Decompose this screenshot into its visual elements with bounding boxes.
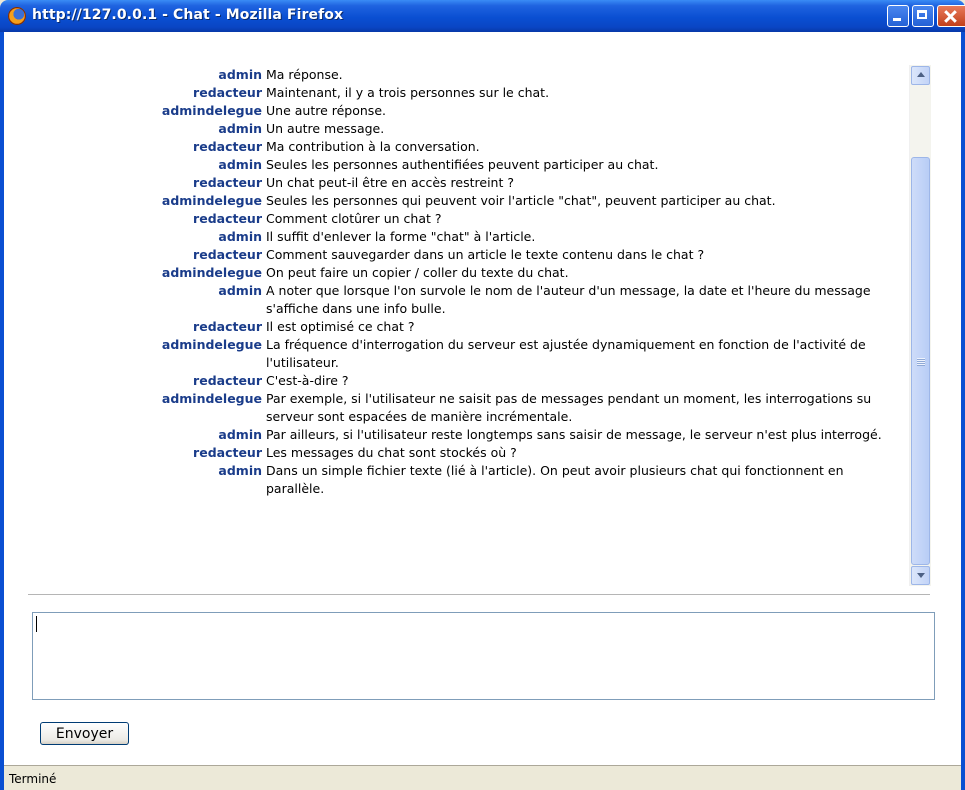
chat-message: redacteur Ma contribution à la conversati… xyxy=(4,138,909,156)
message-author[interactable]: redacteur xyxy=(4,210,266,228)
firefox-logo-icon xyxy=(8,7,26,25)
chat-log: admin Ma réponse. redacteur Maintenant, il … xyxy=(4,32,909,593)
message-text: On peut faire un copier / coller du text… xyxy=(266,265,569,280)
chat-message: redacteur Il est optimisé ce chat ? xyxy=(4,318,909,336)
chat-message: redacteur C'est-à-dire ? xyxy=(4,372,909,390)
message-author[interactable]: redacteur xyxy=(4,246,266,264)
chat-message: admin Seules les personnes authentifiées … xyxy=(4,156,909,174)
message-author[interactable]: redacteur xyxy=(4,174,266,192)
chat-message: admin Ma réponse. xyxy=(4,66,909,84)
message-text: Dans un simple fichier texte (lié à l'ar… xyxy=(266,463,844,496)
message-author[interactable]: admindelegue xyxy=(4,192,266,210)
message-author[interactable]: redacteur xyxy=(4,318,266,336)
message-text: Par exemple, si l'utilisateur ne saisit … xyxy=(266,391,872,424)
send-button[interactable]: Envoyer xyxy=(40,722,129,745)
message-text: Comment sauvegarder dans un article le t… xyxy=(266,247,705,262)
message-text: A noter que lorsque l'on survole le nom … xyxy=(266,283,871,316)
message-text: Une autre réponse. xyxy=(266,103,386,118)
message-text: Par ailleurs, si l'utilisateur reste lon… xyxy=(266,427,882,442)
chat-scrollbar[interactable] xyxy=(909,65,931,586)
message-text: Un chat peut-il être en accès restreint … xyxy=(266,175,514,190)
message-text: Comment clotûrer un chat ? xyxy=(266,211,442,226)
text-caret xyxy=(36,616,37,632)
message-author[interactable]: admin xyxy=(4,462,266,498)
chat-message: admindelegue Par exemple, si l'utilisateu… xyxy=(4,390,909,426)
message-text: Les messages du chat sont stockés où ? xyxy=(266,445,517,460)
chat-message: redacteur Comment clotûrer un chat ? xyxy=(4,210,909,228)
minimize-button[interactable] xyxy=(887,5,909,27)
scroll-up-arrow-icon[interactable] xyxy=(911,66,930,85)
chat-message: admin Dans un simple fichier texte (lié à… xyxy=(4,462,909,498)
message-text: Maintenant, il y a trois personnes sur l… xyxy=(266,85,550,100)
message-author[interactable]: redacteur xyxy=(4,138,266,156)
message-author[interactable]: admin xyxy=(4,156,266,174)
chat-message: redacteur Comment sauvegarder dans un art… xyxy=(4,246,909,264)
message-text: C'est-à-dire ? xyxy=(266,373,349,388)
message-author[interactable]: admindelegue xyxy=(4,390,266,426)
chat-message: admin Il suffit d'enlever la forme "chat"… xyxy=(4,228,909,246)
chat-message: redacteur Un chat peut-il être en accès r… xyxy=(4,174,909,192)
message-author[interactable]: admin xyxy=(4,426,266,444)
chat-message: admindelegue La fréquence d'interrogation… xyxy=(4,336,909,372)
message-text: Seules les personnes authentifiées peuve… xyxy=(266,157,659,172)
message-author[interactable]: admindelegue xyxy=(4,264,266,282)
message-author[interactable]: admindelegue xyxy=(4,336,266,372)
message-text: Seules les personnes qui peuvent voir l'… xyxy=(266,193,776,208)
chat-message: admindelegue Une autre réponse. xyxy=(4,102,909,120)
chat-message: admindelegue On peut faire un copier / co… xyxy=(4,264,909,282)
message-text: Un autre message. xyxy=(266,121,385,136)
scroll-grip-icon xyxy=(917,358,925,366)
window-frame-right xyxy=(961,32,965,790)
message-author[interactable]: redacteur xyxy=(4,372,266,390)
message-text: Il suffit d'enlever la forme "chat" à l'… xyxy=(266,229,536,244)
maximize-button[interactable] xyxy=(912,5,934,27)
window-titlebar[interactable]: http://127.0.0.1 - Chat - Mozilla Firefo… xyxy=(0,0,965,32)
chat-message: admin Par ailleurs, si l'utilisateur rest… xyxy=(4,426,909,444)
status-text: Terminé xyxy=(9,772,57,786)
chat-message: redacteur Maintenant, il y a trois person… xyxy=(4,84,909,102)
message-author[interactable]: redacteur xyxy=(4,84,266,102)
message-author[interactable]: admin xyxy=(4,120,266,138)
scroll-thumb[interactable] xyxy=(911,157,930,565)
message-text: Ma contribution à la conversation. xyxy=(266,139,480,154)
message-input[interactable] xyxy=(32,612,935,700)
message-author[interactable]: admindelegue xyxy=(4,102,266,120)
message-text: Ma réponse. xyxy=(266,67,343,82)
message-author[interactable]: admin xyxy=(4,282,266,318)
window-title: http://127.0.0.1 - Chat - Mozilla Firefo… xyxy=(32,7,344,23)
chat-message: admindelegue Seules les personnes qui peu… xyxy=(4,192,909,210)
message-text: Il est optimisé ce chat ? xyxy=(266,319,415,334)
close-button[interactable] xyxy=(937,5,965,27)
scroll-down-arrow-icon[interactable] xyxy=(911,566,930,585)
status-bar: Terminé xyxy=(4,765,961,790)
message-author[interactable]: admin xyxy=(4,66,266,84)
chat-message: admin Un autre message. xyxy=(4,120,909,138)
chat-message: admin A noter que lorsque l'on survole le… xyxy=(4,282,909,318)
message-author[interactable]: admin xyxy=(4,228,266,246)
chat-message: redacteur Les messages du chat sont stock… xyxy=(4,444,909,462)
message-text: La fréquence d'interrogation du serveur … xyxy=(266,337,866,370)
message-author[interactable]: redacteur xyxy=(4,444,266,462)
chat-divider xyxy=(28,594,930,595)
